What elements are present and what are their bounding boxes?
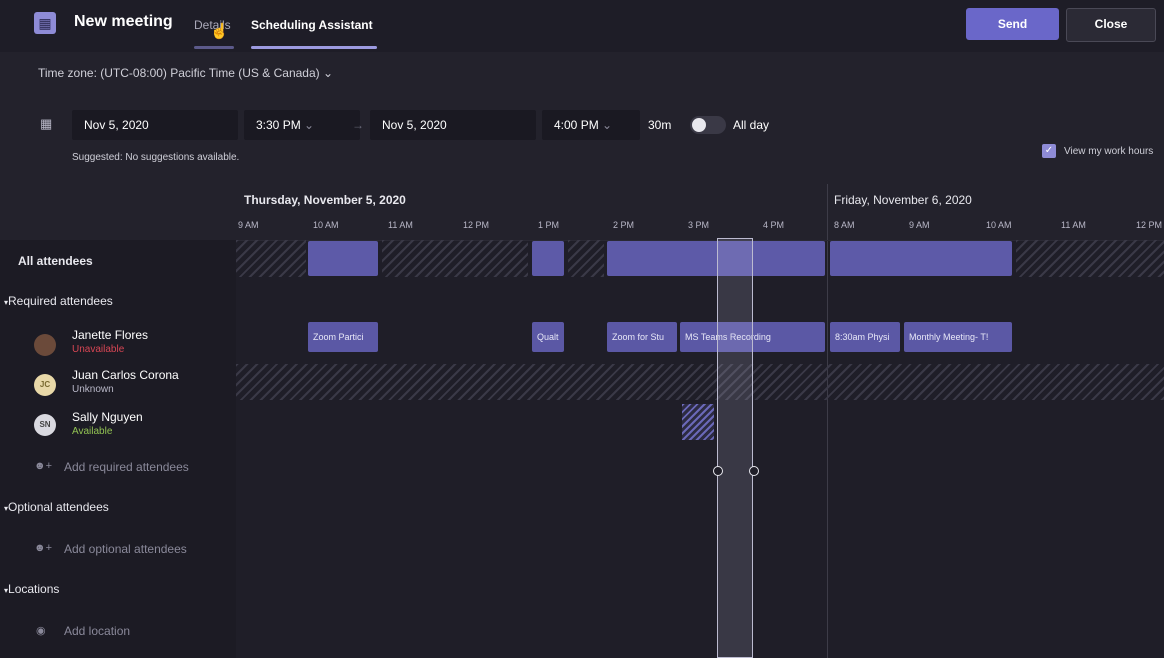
day-header-friday: Friday, November 6, 2020 bbox=[834, 193, 972, 207]
calendar-event[interactable]: 8:30am Physi bbox=[830, 322, 900, 352]
attendee-panel: All attendees ▾Required attendees Janett… bbox=[0, 184, 236, 658]
meeting-time-selection[interactable] bbox=[717, 238, 753, 658]
datetime-form: ▦ Nov 5, 2020 3:30 PM ⌄ → Nov 5, 2020 4:… bbox=[0, 94, 1164, 184]
calendar-event[interactable]: Zoom for Stu bbox=[607, 322, 677, 352]
attendee-status: Available bbox=[72, 426, 113, 437]
all-day-label: All day bbox=[733, 118, 770, 132]
unknown-availability-block bbox=[236, 364, 1164, 400]
out-of-hours-block bbox=[236, 240, 306, 277]
scheduling-grid: Thursday, November 5, 2020 Friday, Novem… bbox=[236, 184, 1164, 658]
calendar-event[interactable]: Monthly Meeting- T! bbox=[904, 322, 1012, 352]
view-work-hours-label: View my work hours bbox=[1064, 146, 1154, 157]
hour-label: 11 AM bbox=[388, 220, 413, 230]
end-date-field[interactable]: Nov 5, 2020 bbox=[370, 110, 536, 140]
out-of-hours-block bbox=[382, 240, 528, 277]
all-attendees-label: All attendees bbox=[18, 254, 93, 268]
calendar-event[interactable]: Qualt bbox=[532, 322, 564, 352]
hour-label: 9 AM bbox=[238, 220, 259, 230]
busy-block bbox=[830, 241, 1012, 276]
add-optional-attendees-input[interactable]: Add optional attendees bbox=[64, 542, 187, 556]
tab-hover-underline bbox=[194, 46, 234, 49]
tentative-block bbox=[682, 404, 714, 440]
hand-cursor-icon: ☝ bbox=[210, 23, 229, 40]
out-of-hours-block bbox=[568, 240, 604, 277]
busy-block bbox=[607, 241, 825, 276]
end-time-field[interactable]: 4:00 PM ⌄ bbox=[542, 110, 640, 140]
meeting-title: New meeting bbox=[74, 13, 173, 30]
avatar: JC bbox=[34, 374, 56, 396]
attendee-name: Janette Flores bbox=[72, 328, 149, 342]
close-button[interactable]: Close bbox=[1066, 8, 1156, 42]
out-of-hours-block bbox=[1016, 240, 1164, 277]
all-day-toggle[interactable] bbox=[690, 116, 726, 134]
chevron-down-icon: ⌄ bbox=[323, 66, 334, 80]
arrow-right-icon: → bbox=[352, 118, 364, 132]
calendar-icon: ▦ bbox=[40, 116, 53, 131]
add-person-icon: ☻+ bbox=[34, 460, 52, 472]
locations-header[interactable]: ▾Locations bbox=[4, 582, 240, 596]
avatar: SN bbox=[34, 414, 56, 436]
hour-label: 12 PM bbox=[1136, 220, 1163, 230]
required-attendees-header[interactable]: ▾Required attendees bbox=[4, 294, 240, 308]
chevron-down-icon: ⌄ bbox=[602, 118, 613, 132]
suggestion-text: Suggested: No suggestions available. bbox=[72, 152, 240, 163]
avatar bbox=[34, 334, 56, 356]
hour-label: 3 PM bbox=[688, 220, 710, 230]
hour-label: 4 PM bbox=[763, 220, 785, 230]
attendee-status: Unknown bbox=[72, 384, 114, 395]
timezone-bar: Time zone: (UTC-08:00) Pacific Time (US … bbox=[0, 52, 1164, 94]
hour-label: 8 AM bbox=[834, 220, 855, 230]
tab-scheduling-assistant[interactable]: Scheduling Assistant bbox=[251, 18, 373, 32]
calendar-icon: ▦ bbox=[34, 12, 56, 34]
hour-label: 10 AM bbox=[313, 220, 339, 230]
chevron-down-icon: ⌄ bbox=[304, 118, 315, 132]
optional-attendees-header[interactable]: ▾Optional attendees bbox=[4, 500, 240, 514]
attendee-name: Juan Carlos Corona bbox=[72, 368, 179, 382]
calendar-event[interactable]: Zoom Partici bbox=[308, 322, 378, 352]
hour-label: 12 PM bbox=[463, 220, 490, 230]
toggle-knob bbox=[692, 118, 706, 132]
duration-label: 30m bbox=[648, 118, 672, 132]
tab-active-underline bbox=[251, 46, 377, 49]
resize-handle-start[interactable] bbox=[713, 466, 723, 476]
checkmark-icon[interactable]: ✓ bbox=[1042, 144, 1056, 158]
start-date-field[interactable]: Nov 5, 2020 bbox=[72, 110, 238, 140]
attendee-name: Sally Nguyen bbox=[72, 410, 143, 424]
location-pin-icon: ◉ bbox=[36, 625, 46, 637]
add-required-attendees-input[interactable]: Add required attendees bbox=[64, 460, 189, 474]
resize-handle-end[interactable] bbox=[749, 466, 759, 476]
hour-label: 9 AM bbox=[909, 220, 930, 230]
attendee-status: Unavailable bbox=[72, 344, 125, 355]
hour-label: 10 AM bbox=[986, 220, 1012, 230]
busy-block bbox=[308, 241, 378, 276]
busy-block bbox=[532, 241, 564, 276]
title-bar: ▦ New meeting Details Scheduling Assista… bbox=[0, 0, 1164, 52]
add-location-input[interactable]: Add location bbox=[64, 624, 130, 638]
timezone-selector[interactable]: Time zone: (UTC-08:00) Pacific Time (US … bbox=[38, 66, 333, 80]
hour-label: 1 PM bbox=[538, 220, 560, 230]
day-divider bbox=[827, 184, 828, 658]
attendee-panel-header bbox=[0, 184, 236, 240]
add-person-icon: ☻+ bbox=[34, 542, 52, 554]
start-time-field[interactable]: 3:30 PM ⌄ bbox=[244, 110, 360, 140]
hour-label: 11 AM bbox=[1061, 220, 1086, 230]
send-button[interactable]: Send bbox=[966, 8, 1059, 40]
hour-label: 2 PM bbox=[613, 220, 635, 230]
day-header-thursday: Thursday, November 5, 2020 bbox=[244, 193, 406, 207]
